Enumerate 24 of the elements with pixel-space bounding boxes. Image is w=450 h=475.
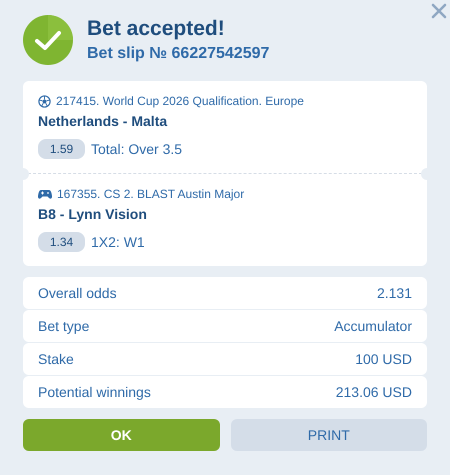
summary-label: Overall odds <box>38 285 117 301</box>
summary-label: Bet type <box>38 318 90 334</box>
dialog-title: Bet accepted! <box>87 17 226 41</box>
summary-label: Stake <box>38 351 74 367</box>
summary-value: 2.131 <box>376 285 412 301</box>
summary-value: 213.06 USD <box>336 384 412 400</box>
gamepad-icon <box>38 188 52 200</box>
soccer-ball-icon <box>38 94 51 108</box>
summary-value: Accumulator <box>334 318 412 334</box>
summary-label: Potential winnings <box>38 384 151 400</box>
league-label: 217415. World Cup 2026 Qualification. Europe <box>56 94 304 108</box>
match-name: B8 - Lynn Vision <box>38 206 148 222</box>
check-circle-icon <box>23 15 73 65</box>
ok-button[interactable]: OK <box>23 419 220 451</box>
match-name: Netherlands - Malta <box>38 113 168 129</box>
bet-slip-number: Bet slip № 66227542597 <box>87 45 270 63</box>
print-button[interactable]: PRINT <box>230 419 427 451</box>
market-label: 1X2: W1 <box>91 234 145 250</box>
market-label: Total: Over 3.5 <box>91 141 182 157</box>
summary-value: 100 USD <box>355 351 412 367</box>
league-label: 167355. CS 2. BLAST Austin Major <box>57 187 244 201</box>
odds-badge: 1.59 <box>38 139 85 159</box>
odds-badge: 1.34 <box>38 232 85 252</box>
close-icon[interactable] <box>431 3 447 19</box>
